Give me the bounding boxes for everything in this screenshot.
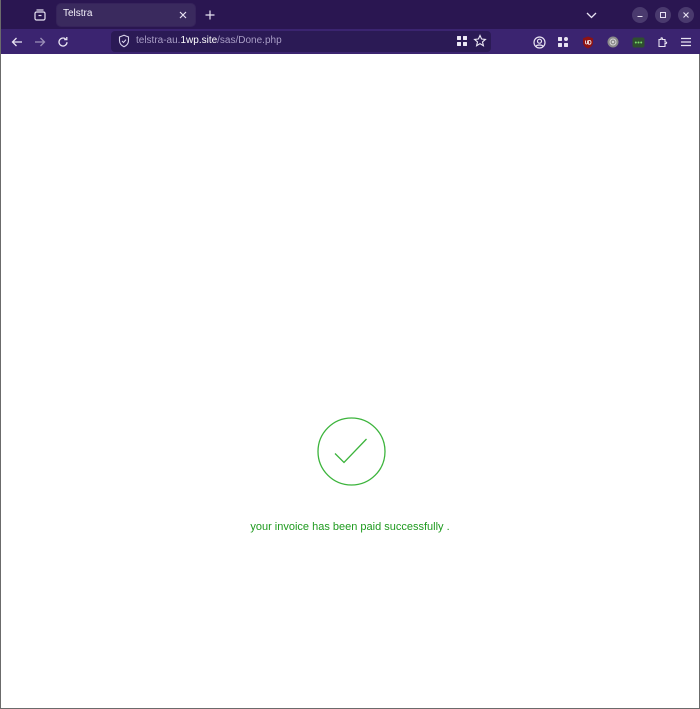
browser-window: Telstra telstra-au.1wp.site/sas/Done.php… [0, 0, 700, 709]
payment-success-message: your invoice has been paid successfully … [250, 521, 450, 533]
navigation-toolbar: telstra-au.1wp.site/sas/Done.php [1, 29, 700, 54]
minimize-icon [636, 11, 644, 19]
ublock-button[interactable] [579, 33, 597, 51]
tab-title: Telstra [63, 8, 93, 19]
open-menu-button[interactable] [677, 33, 695, 51]
page-content: your invoice has been paid successfully … [1, 54, 699, 708]
tab-view-icon [34, 9, 46, 21]
extensions-button[interactable] [654, 33, 672, 51]
new-tab-button[interactable] [201, 5, 219, 25]
url-prefix: telstra-au. [136, 35, 181, 46]
tab-telstra[interactable]: Telstra [57, 4, 195, 26]
url-text[interactable]: telstra-au.1wp.site/sas/Done.php [136, 35, 282, 46]
tab-close-button[interactable] [175, 7, 191, 23]
minimize-button[interactable] [632, 7, 648, 23]
forward-button[interactable] [30, 32, 50, 52]
reload-icon [57, 36, 69, 48]
close-window-icon [682, 11, 690, 19]
extension-icon [632, 37, 645, 48]
plus-icon [205, 10, 215, 20]
success-checkmark [317, 417, 386, 486]
back-arrow-icon [11, 36, 23, 48]
account-button[interactable] [530, 33, 548, 51]
back-button[interactable] [7, 32, 27, 52]
extension-button-1[interactable] [554, 33, 572, 51]
ublock-icon [582, 36, 594, 49]
tab-strip: Telstra [1, 0, 700, 29]
close-icon [179, 11, 187, 19]
chevron-down-icon [586, 11, 597, 19]
close-window-button[interactable] [678, 7, 694, 23]
shield-icon[interactable] [117, 34, 131, 48]
checkmark-icon [317, 417, 386, 486]
puzzle-icon [657, 36, 669, 48]
reload-button[interactable] [53, 32, 73, 52]
extension-icon [607, 36, 619, 48]
list-all-tabs-button[interactable] [581, 5, 601, 25]
star-icon[interactable] [473, 34, 487, 48]
extension-icon [557, 36, 569, 48]
url-path: /sas/Done.php [217, 35, 282, 46]
tab-view-button[interactable] [30, 5, 50, 25]
maximize-button[interactable] [655, 7, 671, 23]
extension-button-3[interactable] [604, 33, 622, 51]
forward-arrow-icon [34, 36, 46, 48]
extension-button-4[interactable] [629, 33, 647, 51]
url-domain: 1wp.site [180, 35, 218, 46]
grid-icon[interactable] [456, 35, 468, 47]
account-icon [532, 35, 546, 49]
address-bar[interactable]: telstra-au.1wp.site/sas/Done.php [111, 31, 491, 52]
maximize-icon [659, 11, 667, 19]
hamburger-menu-icon [680, 37, 692, 47]
